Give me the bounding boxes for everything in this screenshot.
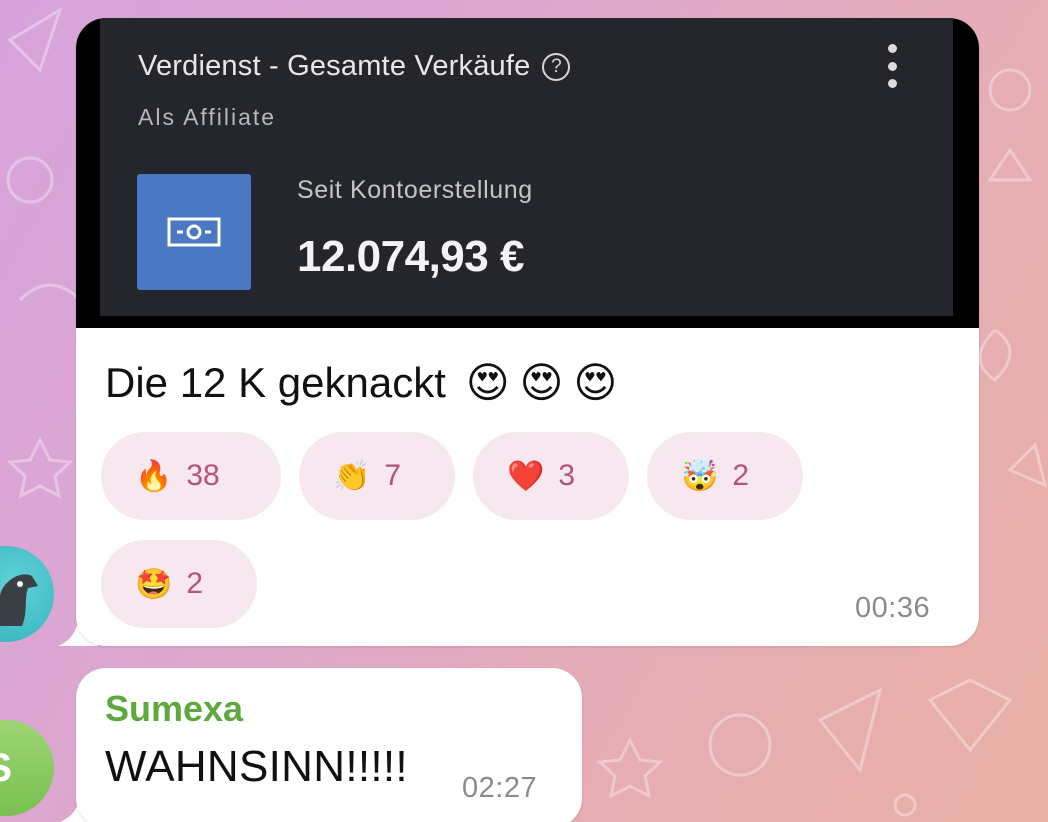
earnings-card: Verdienst - Gesamte Verkäufe ? Als Affil… — [100, 18, 953, 316]
banknote-icon — [167, 217, 221, 247]
money-tile — [137, 174, 251, 290]
reaction-count: 38 — [186, 459, 220, 492]
card-subtitle: Als Affiliate — [138, 104, 277, 130]
earnings-card-image[interactable]: Verdienst - Gesamte Verkäufe ? Als Affil… — [76, 18, 979, 328]
message-time: 00:36 — [855, 592, 931, 624]
reaction-heart[interactable]: ❤️ 3 — [473, 432, 629, 520]
red-heart-emoji: ❤️ — [507, 459, 545, 493]
message-time: 02:27 — [462, 772, 538, 804]
caption-text: Die 12 K geknackt — [105, 358, 446, 406]
card-title-text: Verdienst - Gesamte Verkäufe — [138, 50, 531, 82]
message-bubble[interactable]: Verdienst - Gesamte Verkäufe ? Als Affil… — [76, 18, 979, 646]
message-bubble[interactable]: Sumexa WAHNSINN!!!!! 02:27 — [76, 668, 582, 822]
avatar-letter: S — [0, 746, 12, 791]
reaction-count: 2 — [732, 459, 750, 492]
reaction-clap[interactable]: 👏 7 — [299, 432, 455, 520]
sender-name[interactable]: Sumexa — [105, 688, 243, 730]
reaction-count: 3 — [558, 459, 576, 492]
exploding-head-emoji: 🤯 — [681, 459, 719, 493]
chat-background: S Verdienst - Gesamte Verkäufe ? Als Aff… — [0, 0, 1048, 822]
message-caption: Die 12 K geknackt 😍 😍 😍 — [105, 358, 617, 407]
fire-emoji: 🔥 — [135, 459, 173, 493]
since-label: Seit Kontoerstellung — [297, 176, 533, 204]
heart-eyes-emoji: 😍 — [573, 359, 618, 406]
reaction-star-struck[interactable]: 🤩 2 — [101, 540, 257, 628]
clapping-hands-emoji: 👏 — [333, 459, 371, 493]
message-text: WAHNSINN!!!!! — [105, 742, 408, 791]
heart-eyes-emoji: 😍 — [519, 359, 564, 406]
kebab-menu-icon — [884, 44, 900, 88]
reaction-count: 7 — [384, 459, 402, 492]
question-circle-icon: ? — [542, 52, 571, 81]
card-title: Verdienst - Gesamte Verkäufe ? — [138, 50, 571, 83]
reaction-fire[interactable]: 🔥 38 — [101, 432, 281, 520]
earnings-amount: 12.074,93 € — [297, 232, 524, 281]
star-struck-emoji: 🤩 — [135, 567, 173, 601]
reaction-count: 2 — [186, 567, 204, 600]
caption-emojis: 😍 😍 😍 — [466, 358, 617, 407]
heart-eyes-emoji: 😍 — [465, 359, 510, 406]
reaction-mind-blown[interactable]: 🤯 2 — [647, 432, 803, 520]
